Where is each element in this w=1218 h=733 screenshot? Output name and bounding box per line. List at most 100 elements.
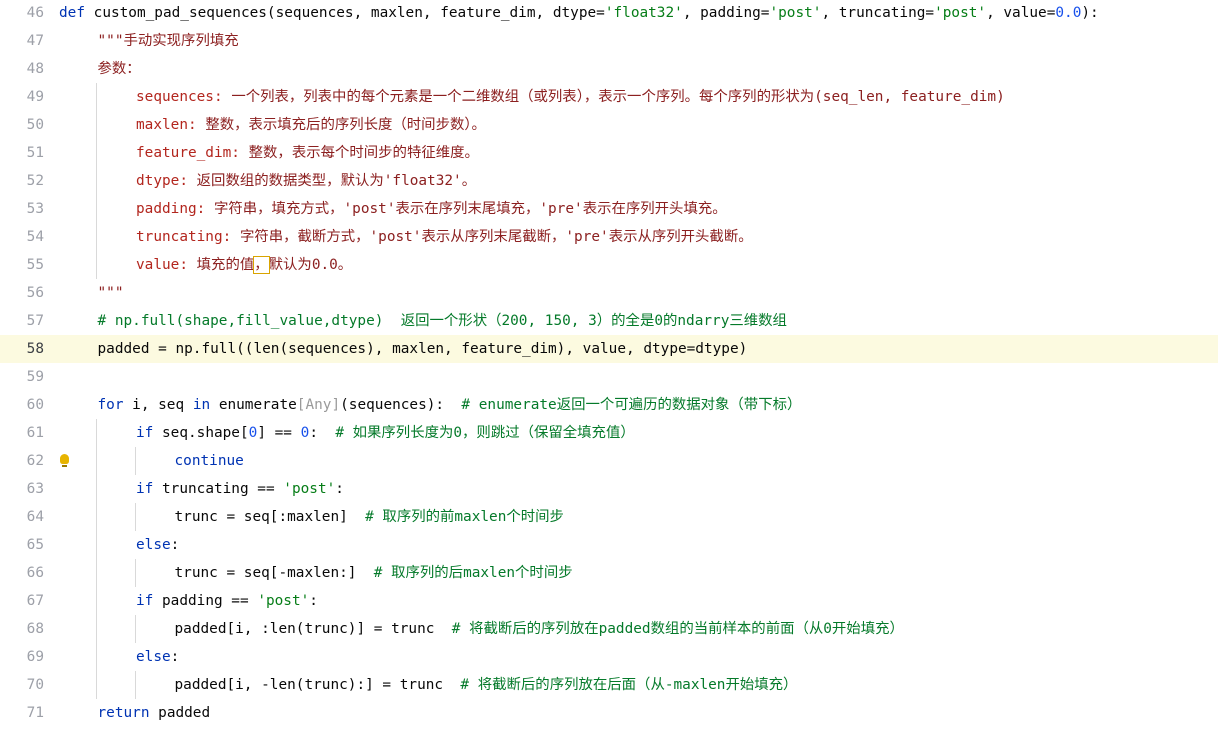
code-line[interactable]: 54 truncating: 字符串，截断方式，'post'表示从序列末尾截断，'… (0, 223, 1218, 251)
line-number[interactable]: 59 (0, 363, 44, 391)
line-number[interactable]: 67 (0, 587, 44, 615)
code-token: padded = np.full((len(sequences), maxlen… (97, 341, 748, 357)
code-line[interactable]: 64 trunc = seq[:maxlen] # 取序列的前maxlen个时间步 (0, 503, 1218, 531)
code-text[interactable]: if padding == 'post': (136, 587, 318, 615)
code-line[interactable]: 56 """ (0, 279, 1218, 307)
code-token: # 取序列的前maxlen个时间步 (365, 509, 564, 525)
code-text[interactable]: if seq.shape[0] == 0: # 如果序列长度为0，则跳过（保留全… (136, 419, 635, 447)
line-number[interactable]: 47 (0, 27, 44, 55)
code-line[interactable]: 49 sequences: 一个列表，列表中的每个元素是一个二维数组（或列表），表… (0, 83, 1218, 111)
code-line[interactable]: 61 if seq.shape[0] == 0: # 如果序列长度为0，则跳过（保… (0, 419, 1218, 447)
code-text[interactable]: padded[i, -len(trunc):] = trunc # 将截断后的序… (175, 671, 798, 699)
code-text[interactable]: def custom_pad_sequences(sequences, maxl… (59, 0, 1099, 27)
code-token: continue (174, 453, 244, 469)
code-text[interactable]: feature_dim: 整数，表示每个时间步的特征维度。 (136, 139, 479, 167)
code-line[interactable]: 68 padded[i, :len(trunc)] = trunc # 将截断后的… (0, 615, 1218, 643)
indent-guide (96, 111, 97, 139)
code-text[interactable]: for i, seq in enumerate[Any](sequences):… (98, 391, 802, 419)
code-token: padded[i, -len(trunc):] = trunc (174, 677, 461, 693)
line-number[interactable]: 54 (0, 223, 44, 251)
code-token: truncating: (136, 229, 240, 245)
code-line[interactable]: 66 trunc = seq[-maxlen:] # 取序列的后maxlen个时间… (0, 559, 1218, 587)
code-text[interactable]: value: 填充的值，默认为0.0。 (136, 251, 352, 279)
code-text[interactable]: padded = np.full((len(sequences), maxlen… (98, 335, 748, 363)
line-number[interactable]: 71 (0, 699, 44, 727)
line-number[interactable]: 56 (0, 279, 44, 307)
code-text[interactable]: # np.full(shape,fill_value,dtype) 返回一个形状… (98, 307, 787, 335)
code-text[interactable]: 参数： (98, 55, 141, 83)
code-token: , padding= (682, 5, 770, 21)
code-text[interactable]: """ (98, 279, 124, 307)
line-number[interactable]: 64 (0, 503, 44, 531)
code-text[interactable]: return padded (98, 699, 211, 727)
code-line[interactable]: 63 if truncating == 'post': (0, 475, 1218, 503)
code-text[interactable]: padded[i, :len(trunc)] = trunc # 将截断后的序列… (175, 615, 904, 643)
code-token: # 取序列的后maxlen个时间步 (373, 565, 573, 581)
code-line[interactable]: 70 padded[i, -len(trunc):] = trunc # 将截断后… (0, 671, 1218, 699)
code-text[interactable]: dtype: 返回数组的数据类型，默认为'float32'。 (136, 167, 476, 195)
line-number[interactable]: 69 (0, 643, 44, 671)
line-number[interactable]: 70 (0, 671, 44, 699)
code-line[interactable]: 62 continue (0, 447, 1218, 475)
code-text[interactable]: else: (136, 643, 179, 671)
code-text[interactable]: else: (136, 531, 179, 559)
indent-guide (96, 167, 97, 195)
line-number[interactable]: 51 (0, 139, 44, 167)
line-number[interactable]: 61 (0, 419, 44, 447)
code-text[interactable]: maxlen: 整数，表示填充后的序列长度（时间步数）。 (136, 111, 486, 139)
code-line[interactable]: 60 for i, seq in enumerate[Any](sequences… (0, 391, 1218, 419)
code-token: # np.full(shape,fill_value,dtype) 返回一个形状… (97, 313, 787, 329)
line-number[interactable]: 49 (0, 83, 44, 111)
line-number[interactable]: 63 (0, 475, 44, 503)
code-token: custom_pad_sequences(sequences, maxlen, … (93, 5, 605, 21)
line-number[interactable]: 53 (0, 195, 44, 223)
code-token: , truncating= (821, 5, 935, 21)
code-line[interactable]: 57 # np.full(shape,fill_value,dtype) 返回一个… (0, 307, 1218, 335)
code-line[interactable]: 47 """手动实现序列填充 (0, 27, 1218, 55)
line-number[interactable]: 52 (0, 167, 44, 195)
code-text[interactable]: sequences: 一个列表，列表中的每个元素是一个二维数组（或列表），表示一… (136, 83, 1005, 111)
code-text[interactable]: trunc = seq[:maxlen] # 取序列的前maxlen个时间步 (175, 503, 564, 531)
code-line[interactable]: 50 maxlen: 整数，表示填充后的序列长度（时间步数）。 (0, 111, 1218, 139)
line-number[interactable]: 58 (0, 335, 44, 363)
code-text[interactable]: trunc = seq[-maxlen:] # 取序列的后maxlen个时间步 (175, 559, 573, 587)
line-number[interactable]: 48 (0, 55, 44, 83)
line-number[interactable]: 62 (0, 447, 44, 475)
code-line[interactable]: 52 dtype: 返回数组的数据类型，默认为'float32'。 (0, 167, 1218, 195)
code-line[interactable]: 71 return padded (0, 699, 1218, 727)
code-token: dtype: (136, 173, 197, 189)
code-editor[interactable]: 46 def custom_pad_sequences(sequences, ma… (0, 0, 1218, 733)
line-number[interactable]: 50 (0, 111, 44, 139)
line-number[interactable]: 57 (0, 307, 44, 335)
code-line[interactable]: 48 参数： (0, 55, 1218, 83)
lightbulb-icon[interactable] (60, 454, 69, 467)
code-line[interactable]: 46 def custom_pad_sequences(sequences, ma… (0, 0, 1218, 27)
code-line[interactable]: 55 value: 填充的值，默认为0.0。 (0, 251, 1218, 279)
line-number[interactable]: 60 (0, 391, 44, 419)
line-number[interactable]: 68 (0, 615, 44, 643)
code-line[interactable]: 58 padded = np.full((len(sequences), maxl… (0, 335, 1218, 363)
indent-guide (96, 83, 97, 111)
code-token: if (136, 593, 162, 609)
line-number[interactable]: 55 (0, 251, 44, 279)
line-number[interactable]: 65 (0, 531, 44, 559)
line-number[interactable]: 66 (0, 559, 44, 587)
code-token: : (309, 593, 318, 609)
indent-guide (96, 419, 97, 447)
code-line[interactable]: 59 (0, 363, 1218, 391)
code-line[interactable]: 67 if padding == 'post': (0, 587, 1218, 615)
line-number[interactable]: 46 (0, 0, 44, 27)
indent-guide (134, 671, 136, 699)
code-token: 一个列表，列表中的每个元素是一个二维数组（或列表），表示一个序列。每个序列的形状… (231, 89, 1005, 105)
code-line[interactable]: 65 else: (0, 531, 1218, 559)
indent-guide (96, 531, 97, 559)
code-text[interactable]: if truncating == 'post': (136, 475, 344, 503)
code-text[interactable]: """手动实现序列填充 (98, 27, 239, 55)
code-text[interactable]: truncating: 字符串，截断方式，'post'表示从序列末尾截断，'pr… (136, 223, 753, 251)
code-text[interactable]: padding: 字符串，填充方式，'post'表示在序列末尾填充，'pre'表… (136, 195, 727, 223)
code-text[interactable]: continue (175, 447, 244, 475)
code-line[interactable]: 51 feature_dim: 整数，表示每个时间步的特征维度。 (0, 139, 1218, 167)
code-line[interactable]: 53 padding: 字符串，填充方式，'post'表示在序列末尾填充，'pre… (0, 195, 1218, 223)
code-token: in (192, 397, 219, 413)
code-line[interactable]: 69 else: (0, 643, 1218, 671)
